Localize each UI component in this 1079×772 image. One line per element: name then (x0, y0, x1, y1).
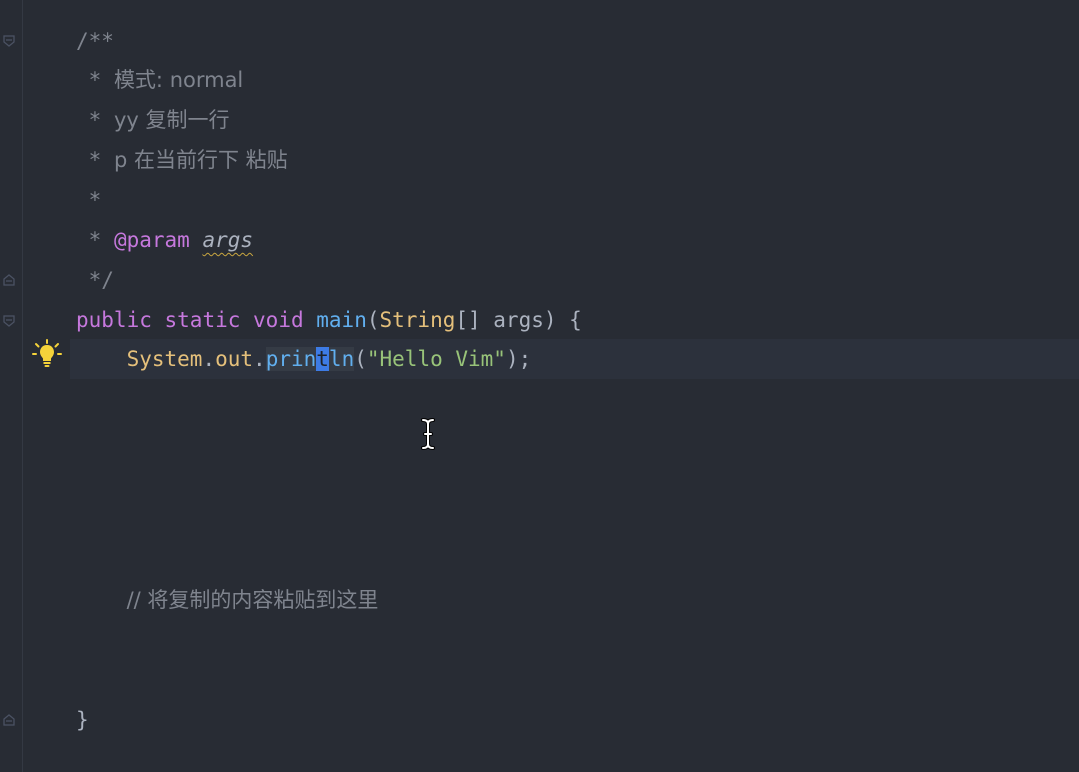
fold-marker-icon[interactable] (2, 34, 16, 48)
code-line[interactable]: * @param args (76, 220, 253, 260)
type-name: String (379, 308, 456, 332)
code-line[interactable]: public static void main(String[] args) { (76, 300, 582, 340)
string-literal: "Hello Vim" (366, 347, 506, 371)
comment-text: /** (76, 29, 114, 53)
code-line[interactable]: } (76, 700, 89, 740)
fold-marker-icon[interactable] (2, 314, 16, 328)
punctuation: ( (366, 308, 380, 332)
punctuation: ); (505, 347, 532, 371)
comment-star: * (76, 68, 114, 92)
comment-star: * (76, 228, 114, 252)
comment-text: 模式: normal (113, 68, 244, 92)
javadoc-param: args (202, 228, 254, 252)
code-line[interactable]: * 模式: normal (76, 60, 244, 100)
keyword: public (76, 308, 152, 332)
line-comment: // 将复制的内容粘贴到这里 (126, 588, 379, 612)
code-line[interactable]: * p 在当前行下 粘贴 (76, 140, 288, 180)
code-line[interactable]: * (76, 180, 102, 220)
comment-text: * (76, 188, 102, 212)
code-line[interactable]: * yy 复制一行 (76, 100, 230, 140)
text-cursor-icon (420, 417, 436, 451)
comment-text: p 在当前行下 粘贴 (113, 148, 288, 172)
code-editor[interactable]: /** * 模式: normal * yy 复制一行 * p 在当前行下 粘贴 … (0, 0, 1079, 772)
punctuation: . (202, 347, 216, 371)
editor-gutter (0, 0, 23, 772)
comment-text: yy 复制一行 (113, 108, 230, 132)
closing-brace: } (76, 708, 89, 732)
code-line[interactable]: */ (76, 260, 114, 300)
punctuation: . (253, 347, 266, 371)
keyword: void (253, 308, 304, 332)
code-line-current[interactable]: System.out.println("Hello Vim"); (76, 339, 531, 379)
field-name: out (215, 347, 254, 371)
method-name: main (316, 308, 367, 332)
fold-marker-icon[interactable] (2, 713, 16, 727)
block-cursor: t (316, 347, 329, 371)
class-name: System (126, 347, 203, 371)
comment-text: */ (76, 268, 114, 292)
punctuation: ( (354, 347, 367, 371)
code-line[interactable]: // 将复制的内容粘贴到这里 (76, 580, 379, 620)
keyword: static (164, 308, 241, 332)
punctuation: [] args) { (455, 308, 582, 332)
lightbulb-icon[interactable] (32, 339, 62, 369)
fold-marker-icon[interactable] (2, 273, 16, 287)
comment-star: * (76, 148, 114, 172)
method-name: ln (328, 347, 355, 371)
javadoc-tag: @param (113, 228, 190, 252)
code-line[interactable]: /** (76, 21, 114, 61)
comment-star: * (76, 108, 114, 132)
method-name: prin (265, 347, 317, 371)
